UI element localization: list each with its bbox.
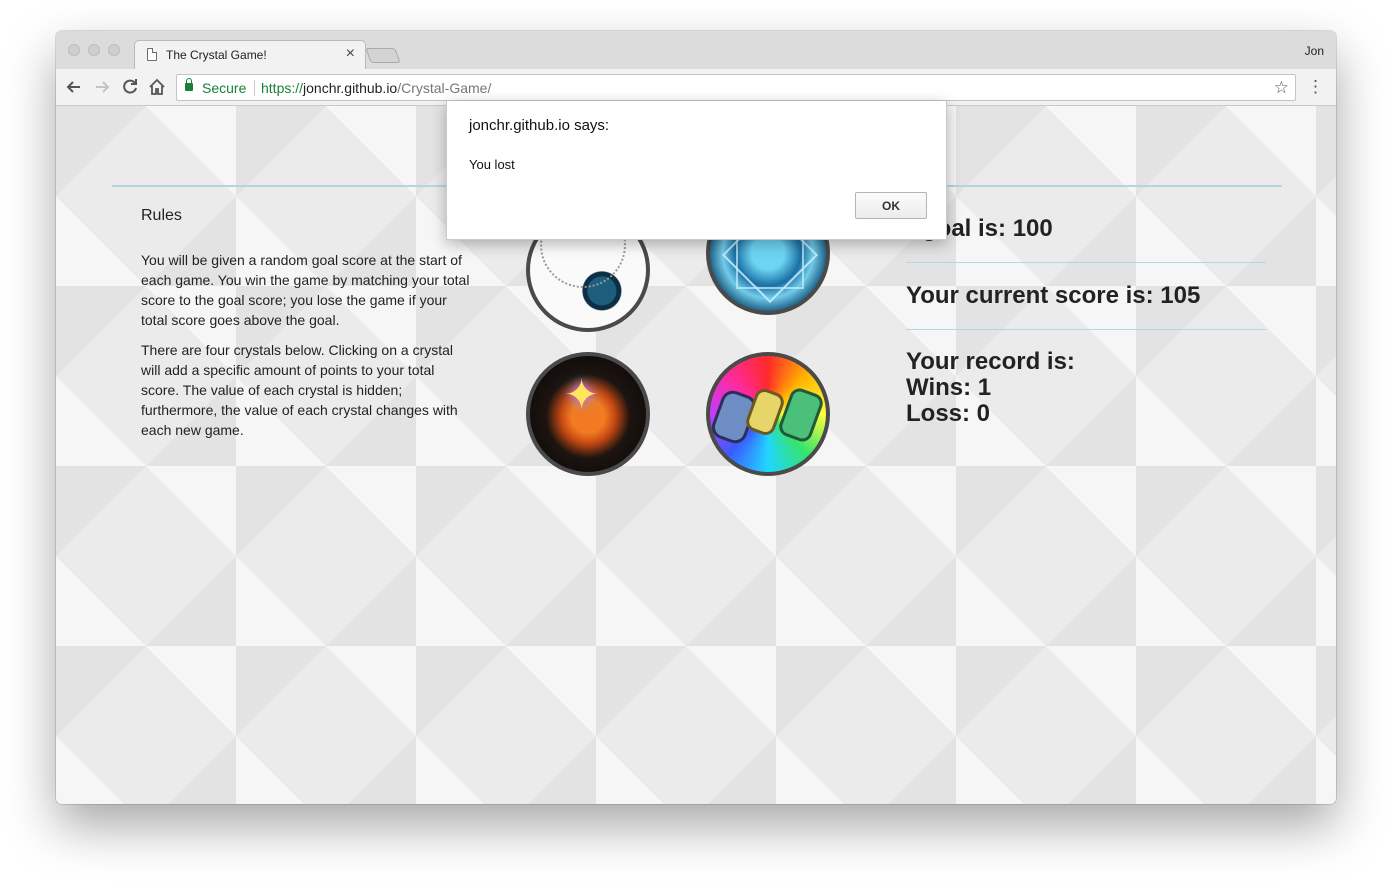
rules-paragraph-2: There are four crystals below. Clicking … [141,342,458,438]
home-button[interactable] [147,77,167,97]
reload-icon [123,79,137,94]
home-icon [149,78,165,95]
ok-button[interactable]: OK [855,192,927,219]
score-divider [906,329,1266,330]
forward-button[interactable] [92,77,112,97]
alert-message: You lost [469,157,515,172]
score-divider [906,262,1266,263]
arrow-left-icon [66,81,80,93]
url-text[interactable]: https://jonchr.github.io/Crystal-Game/ [261,80,491,96]
tab-strip: The Crystal Game! × Jon [56,31,1336,69]
kebab-menu-icon[interactable]: ⋮ [1307,77,1324,97]
alert-title: jonchr.github.io says: [469,117,610,134]
lock-icon [185,78,193,91]
reload-button[interactable] [120,77,140,97]
tab-close-button[interactable]: × [346,45,355,63]
secure-label: Secure [202,80,247,96]
new-tab-button[interactable] [365,48,401,63]
profile-name[interactable]: Jon [1305,44,1324,58]
loss-count: Loss: 0 [906,400,991,427]
rainbow-gems-crystal-button[interactable] [706,352,830,476]
record-block: Your record is: Wins: 1 Loss: 0 [906,349,1075,427]
address-bar[interactable]: Secure https://jonchr.github.io/Crystal-… [176,74,1296,101]
wins-count: Wins: 1 [906,374,992,401]
rules-heading: Rules [141,207,182,224]
gem-icon [743,386,787,438]
infinity-gauntlet-crystal-button[interactable] [526,352,650,476]
tab-crystal-game[interactable]: The Crystal Game! × [134,40,366,69]
current-score: Your current score is: 105 [906,282,1201,309]
browser-window: The Crystal Game! × Jon Secure https://j… [56,31,1336,804]
divider [254,80,255,96]
rules-paragraph-1: You will be given a random goal score at… [141,252,470,328]
bookmark-star-icon[interactable]: ☆ [1274,78,1289,98]
tab-title: The Crystal Game! [166,48,267,62]
close-window-button[interactable] [68,44,80,56]
document-icon [147,48,157,61]
arrow-right-icon [96,81,110,93]
back-button[interactable] [64,77,84,97]
minimize-window-button[interactable] [88,44,100,56]
alert-dialog: jonchr.github.io says: You lost OK [446,101,947,240]
record-label: Your record is: [906,348,1075,375]
zoom-window-button[interactable] [108,44,120,56]
